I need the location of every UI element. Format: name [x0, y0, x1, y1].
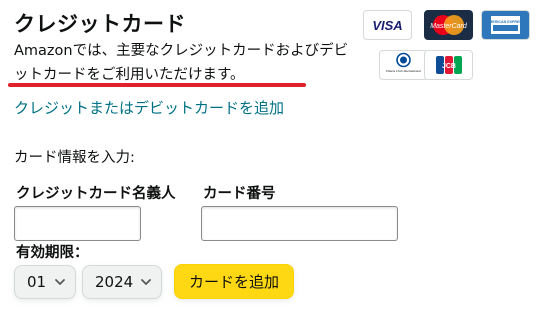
red-underline-annotation	[8, 83, 306, 87]
expiry-year-value: 2024	[95, 273, 134, 291]
american-express-logo-icon: AMERICAN EXPRESS	[481, 10, 530, 40]
svg-text:AMERICAN EXPRESS: AMERICAN EXPRESS	[487, 20, 525, 24]
expiry-month-value: 01	[27, 273, 47, 291]
svg-text:Diners Club International: Diners Club International	[386, 69, 421, 73]
expiry-month-select[interactable]: 01	[14, 265, 76, 299]
enter-card-info-label: カード情報を入力:	[14, 150, 135, 166]
cardholder-name-label: クレジットカード名義人	[16, 186, 176, 202]
expiry-year-select[interactable]: 2024	[82, 265, 162, 299]
add-card-button[interactable]: カードを追加	[174, 264, 294, 299]
visa-logo-icon: VISA	[363, 10, 412, 40]
add-card-link[interactable]: クレジットまたはデビットカードを追加	[14, 97, 284, 118]
jcb-logo-icon: JCB	[424, 50, 473, 80]
chevron-down-icon	[141, 279, 151, 285]
svg-text:JCB: JCB	[442, 63, 456, 70]
mastercard-logo-icon: MasterCard	[424, 10, 473, 40]
chevron-down-icon	[55, 279, 65, 285]
section-title: クレジットカード	[14, 12, 186, 36]
section-description: Amazonでは、主要なクレジットカードおよびデビットカードをご利用いただけます…	[14, 43, 349, 83]
diners-club-logo-icon: Diners Club International	[379, 50, 428, 80]
svg-text:MasterCard: MasterCard	[430, 23, 468, 30]
card-number-input[interactable]	[201, 206, 398, 241]
expiration-date-label: 有効期限：	[16, 245, 89, 261]
cardholder-name-input[interactable]	[14, 206, 141, 241]
svg-text:VISA: VISA	[372, 18, 402, 33]
card-number-label: カード番号	[203, 186, 276, 202]
accepted-card-logos: VISA MasterCard AMERICAN EXPRESS Diners …	[363, 10, 538, 88]
